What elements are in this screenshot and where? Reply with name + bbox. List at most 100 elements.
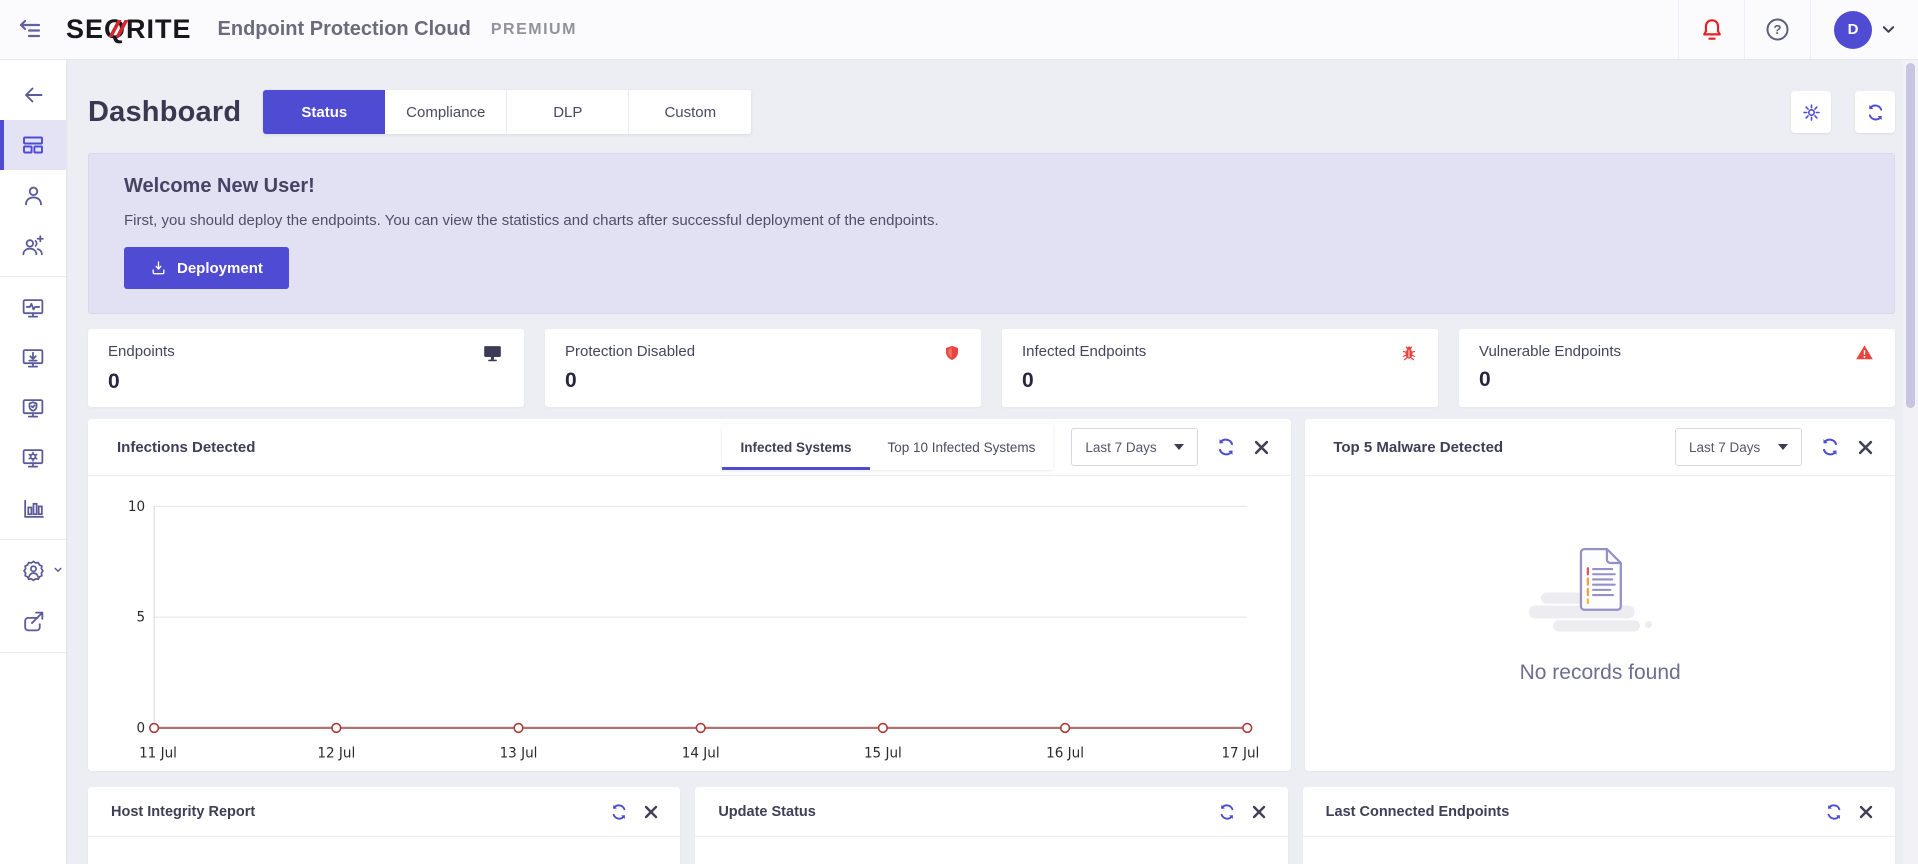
panel-title: Host Integrity Report — [111, 803, 256, 820]
stat-card-infected-endpoints[interactable]: Infected Endpoints 0 — [1002, 329, 1438, 407]
tab-custom[interactable]: Custom — [629, 90, 752, 134]
add-user-icon — [22, 234, 44, 255]
stats-row: Endpoints 0 Protection Disabled 0 Infect… — [88, 329, 1895, 407]
stat-value: 0 — [1479, 368, 1491, 391]
infections-range-dropdown[interactable]: Last 7 Days — [1071, 428, 1199, 466]
sidebar-divider — [0, 652, 66, 653]
account-menu[interactable]: D — [1810, 0, 1918, 59]
sidebar-item-endpoint-settings[interactable] — [0, 433, 66, 483]
svg-text:?: ? — [1774, 22, 1782, 37]
sidebar-item-endpoint-security[interactable] — [0, 383, 66, 433]
panel-body — [695, 837, 1287, 864]
sidebar-item-add-users[interactable] — [0, 220, 66, 270]
stat-label: Endpoints — [108, 343, 175, 360]
dashboard-settings-button[interactable] — [1791, 91, 1831, 133]
welcome-message: First, you should deploy the endpoints. … — [124, 212, 939, 229]
panel-title: Last Connected Endpoints — [1325, 803, 1510, 820]
subtab-infected-systems[interactable]: Infected Systems — [722, 424, 870, 470]
infections-detected-panel: Infections Detected Infected Systems Top… — [88, 419, 1292, 771]
svg-text:11 Jul: 11 Jul — [139, 746, 177, 762]
help-button[interactable]: ? — [1744, 0, 1810, 59]
monitor-icon — [484, 346, 501, 362]
sidebar-divider — [0, 276, 66, 277]
product-name: Endpoint Protection Cloud — [217, 18, 471, 40]
host-integrity-panel: Host Integrity Report — [88, 787, 681, 864]
tab-status[interactable]: Status — [263, 90, 386, 134]
avatar: D — [1834, 10, 1872, 49]
tab-compliance[interactable]: Compliance — [385, 90, 508, 134]
panel-refresh-button[interactable] — [1218, 803, 1236, 821]
vertical-scrollbar[interactable] — [1903, 60, 1918, 864]
stat-card-vulnerable-endpoints[interactable]: Vulnerable Endpoints 0 — [1459, 329, 1895, 407]
close-icon — [1255, 440, 1269, 454]
back-icon — [24, 87, 42, 103]
page-title: Dashboard — [88, 95, 242, 128]
svg-text:0: 0 — [136, 720, 145, 736]
sidebar-item-dashboard[interactable] — [0, 120, 66, 170]
panel-body — [88, 837, 680, 864]
sidebar-item-reports[interactable] — [0, 483, 66, 533]
chevron-down-icon — [54, 567, 62, 573]
warning-triangle-icon — [1856, 345, 1873, 360]
sidebar-item-deployment[interactable] — [0, 333, 66, 383]
notifications-button[interactable] — [1678, 0, 1744, 59]
sidebar-item-share[interactable] — [0, 596, 66, 646]
panel-title: Top 5 Malware Detected — [1333, 438, 1504, 456]
infections-subtabs: Infected Systems Top 10 Infected Systems — [722, 424, 1054, 470]
deployment-icon — [22, 348, 44, 368]
chevron-down-icon — [1882, 26, 1895, 33]
close-icon — [1252, 805, 1265, 818]
infections-chart: 0 5 10 11 Jul 12 Jul 13 Jul 14 Jul 15 Jul 16 Jul… — [128, 499, 1259, 762]
sidebar-item-endpoint-status[interactable] — [0, 283, 66, 333]
seqrite-logo: SEQRITE — [66, 14, 192, 45]
refresh-icon — [1868, 104, 1882, 120]
panel-close-button[interactable] — [1858, 440, 1873, 455]
panel-title: Update Status — [718, 803, 816, 820]
range-value: Last 7 Days — [1689, 439, 1761, 455]
svg-text:12 Jul: 12 Jul — [317, 746, 355, 762]
panel-refresh-button[interactable] — [1825, 803, 1843, 821]
panel-close-button[interactable] — [1859, 805, 1873, 819]
panel-refresh-button[interactable] — [1216, 437, 1236, 457]
svg-text:14 Jul: 14 Jul — [682, 746, 720, 762]
stat-card-endpoints[interactable]: Endpoints 0 — [88, 329, 524, 407]
panel-close-button[interactable] — [1252, 805, 1266, 819]
empty-state-text: No records found — [1519, 660, 1681, 684]
collapse-menu-icon[interactable] — [0, 18, 58, 42]
panel-refresh-button[interactable] — [1820, 437, 1840, 457]
welcome-title: Welcome New User! — [124, 175, 315, 197]
scrollbar-thumb[interactable] — [1906, 63, 1915, 408]
shield-icon — [946, 345, 958, 361]
bell-icon — [1702, 19, 1721, 40]
deployment-button[interactable]: Deployment — [124, 247, 289, 289]
sidebar-item-admin-settings[interactable] — [0, 546, 66, 596]
svg-text:13 Jul: 13 Jul — [500, 746, 538, 762]
panel-close-button[interactable] — [644, 805, 658, 819]
help-icon: ? — [1766, 18, 1789, 41]
svg-text:17 Jul: 17 Jul — [1221, 746, 1259, 762]
infections-chart-area: 0 5 10 11 Jul 12 Jul 13 Jul 14 Jul 15 Jul 16 Jul… — [88, 476, 1291, 771]
sidebar-back-button[interactable] — [0, 70, 66, 120]
svg-text:5: 5 — [136, 610, 145, 626]
panel-refresh-button[interactable] — [610, 803, 628, 821]
subtab-top10-infected-systems[interactable]: Top 10 Infected Systems — [870, 424, 1054, 470]
dashboard-refresh-button[interactable] — [1855, 91, 1895, 133]
caret-down-icon — [1778, 444, 1788, 450]
close-icon — [1858, 440, 1873, 454]
stat-label: Infected Endpoints — [1022, 343, 1147, 360]
stat-card-protection-disabled[interactable]: Protection Disabled 0 — [545, 329, 981, 407]
admin-settings-icon — [22, 560, 44, 582]
tab-dlp[interactable]: DLP — [507, 90, 630, 134]
update-status-panel: Update Status — [695, 787, 1288, 864]
dashboard-tabs: Status Compliance DLP Custom — [263, 90, 752, 134]
panel-close-button[interactable] — [1254, 440, 1269, 455]
panel-title: Infections Detected — [117, 438, 256, 456]
no-records-illustration — [1529, 547, 1653, 631]
reports-icon — [23, 499, 44, 518]
sidebar-item-users[interactable] — [0, 170, 66, 220]
sidebar-divider — [0, 539, 66, 540]
stat-value: 0 — [565, 369, 577, 392]
empty-state: No records found — [1305, 476, 1895, 771]
malware-range-dropdown[interactable]: Last 7 Days — [1675, 428, 1802, 466]
top-malware-panel: Top 5 Malware Detected Last 7 Days No re… — [1305, 419, 1895, 771]
